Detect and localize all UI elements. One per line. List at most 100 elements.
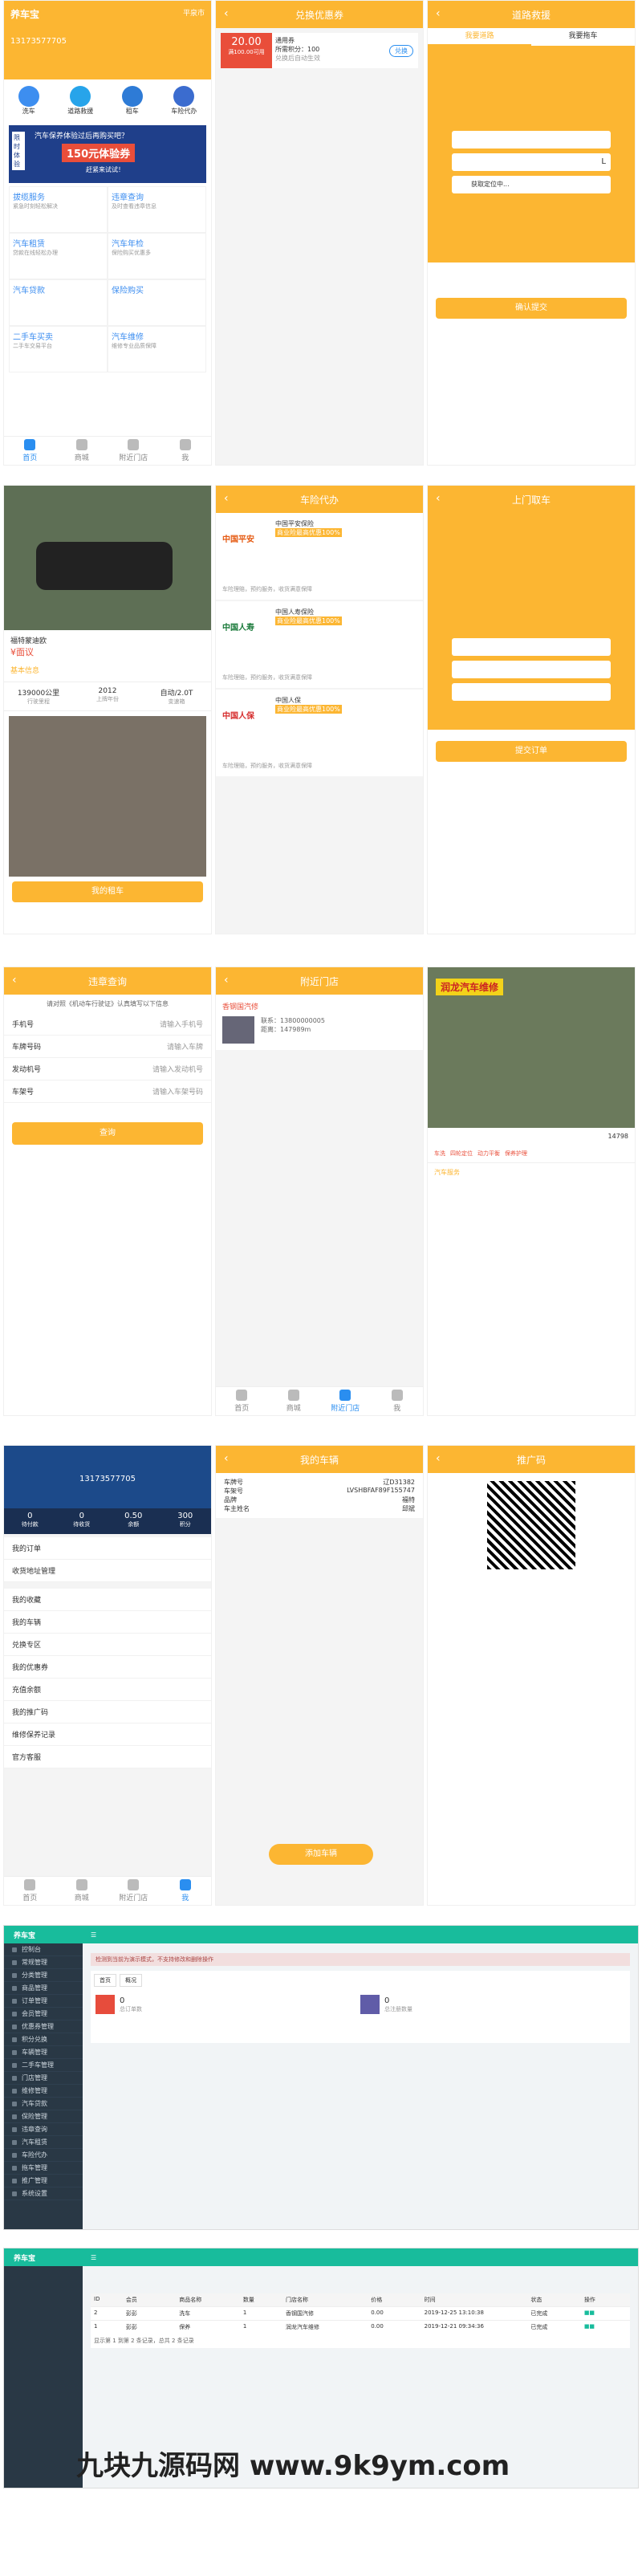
tab-home[interactable]: 首页 (4, 437, 56, 465)
icon-wash[interactable]: 洗车 (18, 86, 39, 116)
menu-recharge[interactable]: 充值余额 (4, 1679, 211, 1701)
menu-records[interactable]: 维修保养记录 (4, 1723, 211, 1746)
rescue-icon (70, 86, 91, 107)
back-icon[interactable]: ‹ (436, 7, 441, 20)
tab-tow[interactable]: 我要拖车 (531, 28, 635, 46)
field-car[interactable]: L (452, 153, 611, 171)
menu-address[interactable]: 收货地址管理 (4, 1560, 211, 1582)
tab-road[interactable]: 我要道路 (428, 28, 531, 46)
menu-favorites[interactable]: 我的收藏 (4, 1589, 211, 1611)
shop-phone[interactable]: 14798 (428, 1128, 635, 1145)
tab-mall[interactable]: 商城 (56, 437, 108, 465)
back-icon[interactable]: ‹ (224, 492, 229, 505)
menu-item[interactable]: 车辆管理 (4, 2046, 83, 2059)
tab-nearby[interactable]: 附近门店 (108, 1877, 160, 1905)
exchange-button[interactable]: 兑换 (389, 44, 413, 57)
city-selector[interactable]: 平泉市 (183, 7, 205, 21)
tab-mall[interactable]: 商城 (268, 1387, 320, 1415)
row-actions[interactable]: ■■ (584, 2323, 627, 2331)
card-service[interactable]: 拔缆服务 紧急时刻轻松解决 (9, 186, 108, 233)
menu-item[interactable]: 系统设置 (4, 2187, 83, 2200)
menu-item[interactable]: 汽车租赁 (4, 2136, 83, 2149)
row-actions[interactable]: ■■ (584, 2309, 627, 2318)
submit-button[interactable]: 确认提交 (436, 298, 627, 319)
insurance-item-chinalife[interactable]: 中国人寿 中国人寿保险 商业险最高优惠100% 车险理赔，预约服务，收货满意保障 (216, 601, 423, 688)
menu-item[interactable]: 优惠券管理 (4, 2021, 83, 2033)
field-1[interactable] (452, 638, 611, 656)
field-2[interactable] (452, 661, 611, 678)
back-icon[interactable]: ‹ (224, 1452, 229, 1465)
menu-item[interactable]: 商品管理 (4, 1982, 83, 1995)
menu-item[interactable]: 违章查询 (4, 2123, 83, 2136)
menu-item[interactable]: 分类管理 (4, 1969, 83, 1982)
rent-button[interactable]: 我的租车 (12, 881, 203, 902)
back-icon[interactable]: ‹ (436, 1452, 441, 1465)
row-frame[interactable]: 车架号 请输入车架号码 (4, 1080, 211, 1103)
menu-vehicles[interactable]: 我的车辆 (4, 1611, 211, 1634)
menu-item[interactable]: 门店管理 (4, 2072, 83, 2085)
tab-overview[interactable]: 概况 (120, 1974, 142, 1987)
menu-item[interactable]: 拖车管理 (4, 2162, 83, 2175)
admin-brand: 养车宝 (4, 1926, 83, 1943)
menu-item[interactable]: 订单管理 (4, 1995, 83, 2008)
menu-orders[interactable]: 我的订单 (4, 1537, 211, 1560)
tab-nearby[interactable]: 附近门店 (319, 1387, 372, 1415)
card-insurance-buy[interactable]: 保险购买 (108, 279, 206, 326)
menu-item[interactable]: 常规管理 (4, 1956, 83, 1969)
card-repair[interactable]: 汽车维修 维修专业品质保障 (108, 326, 206, 372)
tab-home[interactable]: 首页 (94, 1974, 116, 1987)
menu-item[interactable]: 车险代办 (4, 2149, 83, 2162)
card-car-finance[interactable]: 汽车贷款 (9, 279, 108, 326)
table-row[interactable]: 2 彭彭 洗车 1 香钢国汽修 0.00 2019-12-25 13:10:38 已完成 ■■ (91, 2306, 630, 2320)
add-car-button[interactable]: 添加车辆 (269, 1844, 373, 1865)
menu-item[interactable]: 会员管理 (4, 2008, 83, 2021)
menu-item[interactable]: 保险管理 (4, 2110, 83, 2123)
tab-me[interactable]: 我 (160, 437, 212, 465)
menu-item[interactable]: 二手车管理 (4, 2059, 83, 2072)
menu-toggle-icon[interactable]: ☰ (91, 1931, 96, 1939)
menu-promo[interactable]: 我的推广码 (4, 1701, 211, 1723)
menu-item[interactable]: 积分兑换 (4, 2033, 83, 2046)
menu-item[interactable]: 控制台 (4, 1943, 83, 1956)
back-icon[interactable]: ‹ (224, 7, 229, 20)
tab-home[interactable]: 首页 (4, 1877, 56, 1905)
car-service-link[interactable]: 汽车服务 (428, 1163, 635, 1182)
insurance-item-picc[interactable]: 中国人保 中国人保 商业险最高优惠100% 车险理赔，预约服务，收货满意保障 (216, 690, 423, 776)
menu-item[interactable]: 汽车贷款 (4, 2098, 83, 2110)
tab-nearby[interactable]: 附近门店 (108, 437, 160, 465)
row-plate[interactable]: 车牌号码 请输入车牌 (4, 1036, 211, 1058)
menu-item[interactable]: 维修管理 (4, 2085, 83, 2098)
card-violation[interactable]: 违章查询 及时查看违章信息 (108, 186, 206, 233)
icon-insurance[interactable]: 车险代办 (171, 86, 197, 116)
tab-mall[interactable]: 商城 (56, 1877, 108, 1905)
promo-banner[interactable]: 限时体验 汽车保养体验过后再购买吧？ 150元体验券 赶紧来试试！ (9, 125, 206, 183)
profile-header: 13173577705 (4, 1446, 211, 1508)
menu-service[interactable]: 官方客服 (4, 1746, 211, 1768)
menu-item[interactable]: 推广管理 (4, 2175, 83, 2187)
qr-screen: ‹ 推广码 (427, 1445, 636, 1906)
shop-card[interactable]: 香钢国汽修 联系：13800000005 距离：147989m (216, 995, 423, 1050)
tab-me[interactable]: 我 (160, 1877, 212, 1905)
card-inspection[interactable]: 汽车年检 保险购买优惠多 (108, 233, 206, 279)
back-icon[interactable]: ‹ (12, 974, 17, 987)
card-loan[interactable]: 汽车租赁 贷款在线轻松办理 (9, 233, 108, 279)
order-button[interactable]: 提交订单 (436, 741, 627, 762)
card-used-car[interactable]: 二手车买卖 二手车交易平台 (9, 326, 108, 372)
field-phone[interactable] (452, 131, 611, 149)
row-phone[interactable]: 手机号 请输入手机号 (4, 1013, 211, 1036)
menu-toggle-icon[interactable]: ☰ (91, 2254, 96, 2261)
field-3[interactable] (452, 683, 611, 701)
menu-exchange[interactable]: 兑换专区 (4, 1634, 211, 1656)
tab-me[interactable]: 我 (372, 1387, 424, 1415)
insurance-item-pingan[interactable]: 中国平安 中国平安保险 商业险最高优惠100% 车险理赔，预约服务，收货满意保障 (216, 513, 423, 600)
icon-rent[interactable]: 租车 (121, 86, 143, 116)
back-icon[interactable]: ‹ (436, 492, 441, 505)
field-location[interactable]: 获取定位中... (452, 176, 611, 193)
back-icon[interactable]: ‹ (224, 974, 229, 987)
query-button[interactable]: 查询 (12, 1122, 203, 1145)
menu-coupons[interactable]: 我的优惠券 (4, 1656, 211, 1679)
table-row[interactable]: 1 彭彭 保养 1 润龙汽车维修 0.00 2019-12-21 09:34:36 已完成 ■■ (91, 2320, 630, 2334)
tab-home[interactable]: 首页 (216, 1387, 268, 1415)
row-engine[interactable]: 发动机号 请输入发动机号 (4, 1058, 211, 1080)
icon-rescue[interactable]: 道路救援 (67, 86, 93, 116)
